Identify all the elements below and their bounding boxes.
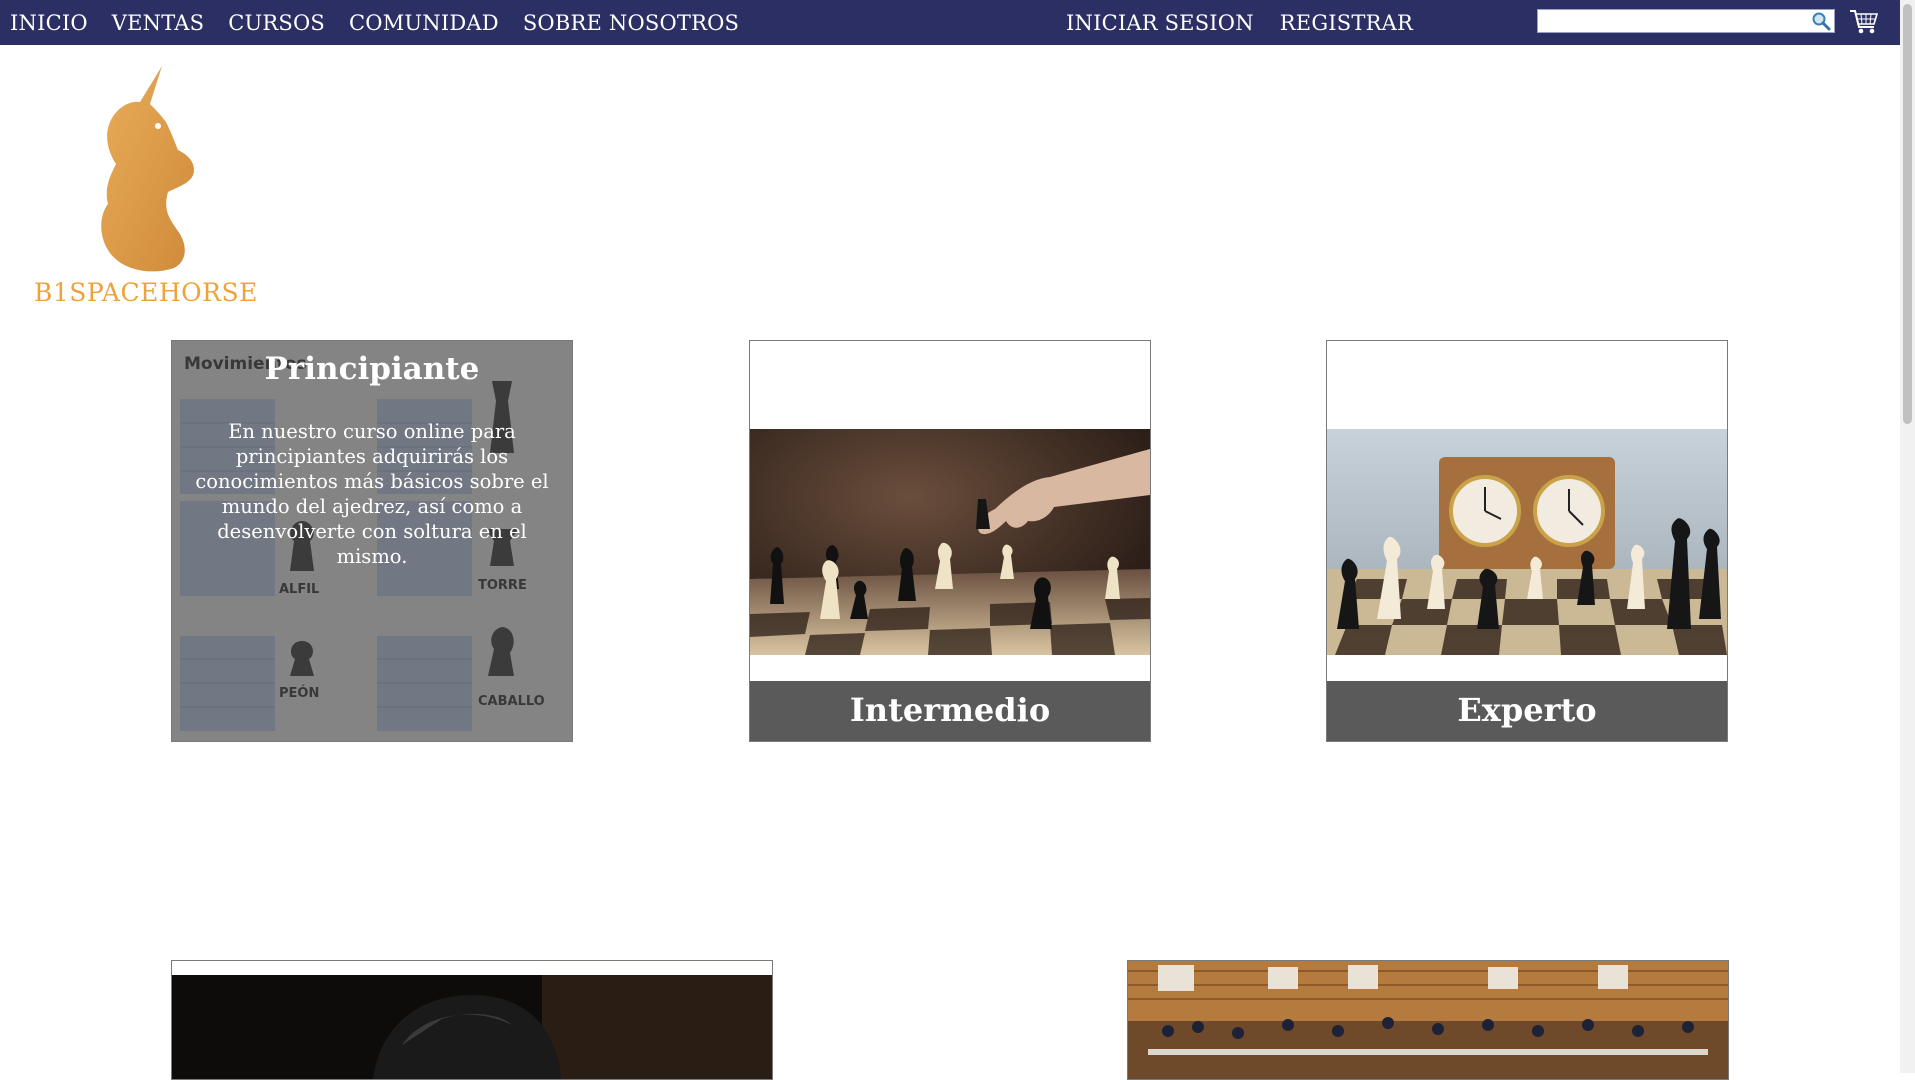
course-description-beginner: En nuestro curso online para principiant… — [195, 420, 549, 568]
magnifier-icon[interactable] — [1810, 11, 1832, 31]
course-title-beginner: Principiante — [264, 351, 480, 387]
nav-cursos[interactable]: CURSOS — [228, 11, 325, 35]
nav-sobre-nosotros[interactable]: SOBRE NOSOTROS — [523, 11, 739, 35]
search-input[interactable] — [1542, 11, 1806, 33]
search-box — [1537, 9, 1835, 33]
course-card-intermediate[interactable]: Intermedio — [749, 340, 1151, 742]
nav-inicio[interactable]: INICIO — [10, 11, 88, 35]
nav-comunidad[interactable]: COMUNIDAD — [349, 11, 499, 35]
brand-logo[interactable]: B1SPACEHORSE — [30, 60, 257, 310]
scrollbar-thumb[interactable] — [1903, 4, 1912, 424]
course-title-intermediate: Intermedio — [750, 681, 1150, 741]
login-link[interactable]: INICIAR SESION — [1066, 11, 1254, 35]
chess-player-photo — [172, 975, 772, 1079]
brand-name: B1SPACEHORSE — [34, 278, 258, 307]
page-scrollbar[interactable] — [1900, 0, 1915, 1073]
account-nav: INICIAR SESION REGISTRAR — [1066, 0, 1439, 45]
course-title-expert: Experto — [1327, 681, 1727, 741]
chess-clock-photo — [1327, 429, 1727, 655]
feature-card-tournament[interactable] — [1127, 960, 1729, 1080]
chess-hand-photo — [750, 429, 1150, 655]
feature-card-player[interactable] — [171, 960, 773, 1080]
main-nav: INICIO VENTAS CURSOS COMUNIDAD SOBRE NOS… — [10, 0, 763, 45]
shopping-cart-icon[interactable] — [1849, 8, 1879, 36]
chess-tournament-photo — [1128, 961, 1728, 1079]
register-link[interactable]: REGISTRAR — [1280, 11, 1413, 35]
top-navbar: INICIO VENTAS CURSOS COMUNIDAD SOBRE NOS… — [0, 0, 1900, 45]
unicorn-knight-icon — [101, 66, 194, 272]
nav-ventas[interactable]: VENTAS — [112, 11, 204, 35]
course-card-beginner[interactable]: Movimientos ALFIL TORRE PEÓN CABALLO Pri… — [171, 340, 573, 742]
course-card-expert[interactable]: Experto — [1326, 340, 1728, 742]
